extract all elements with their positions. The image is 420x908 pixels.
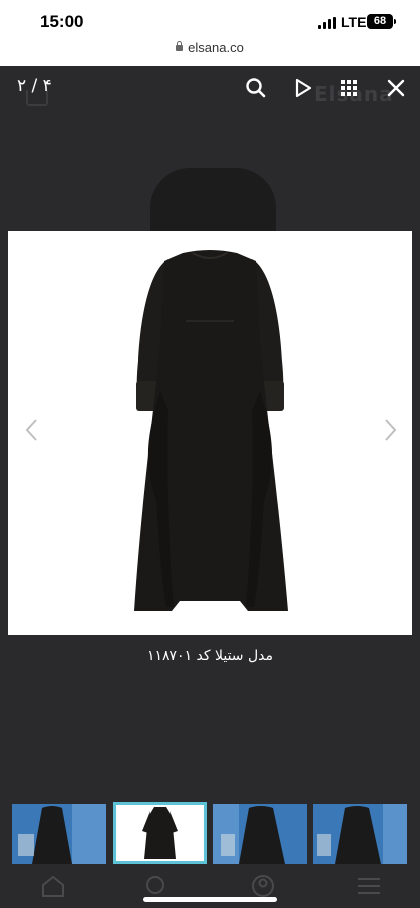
close-icon bbox=[387, 79, 405, 97]
thumbnail-2-image bbox=[116, 805, 204, 861]
slideshow-button[interactable] bbox=[289, 74, 317, 102]
thumbnail-1-image bbox=[12, 804, 106, 864]
search-button[interactable] bbox=[242, 74, 270, 102]
product-image[interactable] bbox=[8, 231, 412, 635]
home-icon bbox=[42, 875, 64, 897]
thumbnail-strip bbox=[0, 796, 420, 872]
thumbnail-3[interactable] bbox=[213, 804, 307, 864]
image-caption: مدل ستیلا کد ۱۱۸۷۰۱ bbox=[146, 648, 274, 664]
battery-level: 68 bbox=[373, 15, 387, 27]
chevron-right-icon bbox=[385, 419, 397, 441]
thumbnail-4[interactable] bbox=[313, 804, 407, 864]
bottom-navigation bbox=[0, 872, 420, 908]
previous-image-button[interactable] bbox=[22, 415, 42, 445]
battery-icon: 68 bbox=[367, 14, 396, 29]
next-image-button[interactable] bbox=[380, 415, 400, 445]
background-product-image bbox=[150, 168, 276, 232]
network-type: LTE bbox=[341, 14, 367, 30]
thumbnail-1[interactable] bbox=[12, 804, 106, 864]
status-bar: 15:00 LTE 68 bbox=[0, 0, 420, 40]
search-icon bbox=[246, 78, 266, 98]
status-time: 15:00 bbox=[40, 12, 84, 31]
home-indicator bbox=[143, 897, 277, 902]
menu-icon bbox=[358, 878, 380, 894]
signal-icon bbox=[318, 17, 336, 29]
close-button[interactable] bbox=[382, 74, 410, 102]
url-text: elsana.co bbox=[188, 40, 244, 55]
chevron-left-icon bbox=[25, 419, 37, 441]
thumbnails-toggle-button[interactable] bbox=[335, 74, 363, 102]
grid-icon bbox=[341, 80, 357, 96]
thumbnail-2[interactable] bbox=[113, 802, 207, 864]
account-icon bbox=[252, 875, 274, 897]
dress-illustration bbox=[134, 250, 288, 611]
thumbnail-4-image bbox=[313, 804, 407, 864]
play-icon bbox=[295, 78, 312, 98]
lock-icon bbox=[176, 41, 184, 51]
search-nav-icon bbox=[146, 876, 164, 894]
address-bar[interactable]: elsana.co bbox=[0, 40, 420, 66]
image-counter: ۲ / ۴ bbox=[17, 76, 52, 96]
thumbnail-3-image bbox=[213, 804, 307, 864]
